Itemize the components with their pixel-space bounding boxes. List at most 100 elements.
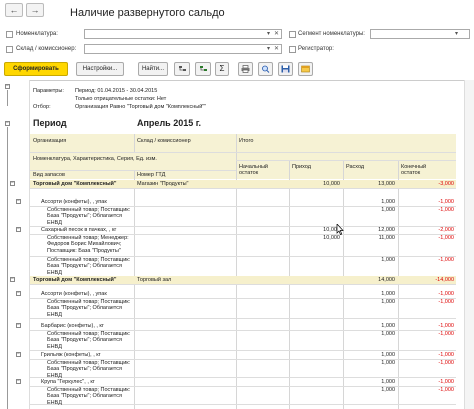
cell-expense: 1,000 [381, 299, 395, 305]
cell-end: -1,000 [438, 379, 454, 385]
params-value-2: Только отрицательные остатки: Нет [75, 96, 167, 102]
collapse-row-icon[interactable]: − [10, 277, 15, 282]
expand-icon [178, 66, 186, 71]
row-label[interactable]: Собственный товар; Менеджер: Федоров Бор… [47, 235, 133, 254]
cell-expense: 1,000 [381, 352, 395, 358]
row-label[interactable]: Торговый дом "Комплексный" [33, 277, 133, 283]
cell-end: -1,000 [438, 199, 454, 205]
grouping-gutter [0, 80, 30, 409]
cell-expense: 1,000 [381, 379, 395, 385]
page-title: Наличие развернутого сальдо [70, 7, 225, 19]
preview-button[interactable] [258, 62, 273, 76]
collapse-button[interactable] [195, 62, 211, 76]
cell-expense: 12,000 [378, 227, 395, 233]
row-label[interactable]: Сахарный песок в пачках, , кг [41, 227, 133, 233]
tree-line [7, 127, 8, 409]
collapse-params-icon[interactable]: − [5, 84, 10, 89]
row-label[interactable]: Торговый дом "Комплексный" [33, 181, 133, 187]
params-value: Период: 01.04.2015 - 30.04.2015 [75, 88, 158, 94]
collapse-icon [199, 66, 207, 71]
find-button[interactable]: Найти... [138, 62, 168, 76]
cell-end: -1,000 [438, 360, 454, 366]
row-divider [30, 188, 456, 189]
collapse-row-icon[interactable]: − [16, 352, 21, 357]
cell-expense: 1,000 [381, 207, 395, 213]
print-button[interactable] [238, 62, 253, 76]
cell-end: -1,000 [438, 207, 454, 213]
forward-button[interactable]: → [26, 3, 44, 17]
chevron-down-icon[interactable]: ▾ [267, 30, 270, 38]
sum-button[interactable]: Σ [215, 62, 229, 76]
segment-field[interactable]: ▾ [370, 29, 470, 39]
registrar-checkbox[interactable] [289, 46, 296, 53]
expand-button[interactable] [174, 62, 190, 76]
clear-icon[interactable]: ✕ [274, 45, 279, 53]
collapse-row-icon[interactable]: − [10, 181, 15, 186]
preview-icon [262, 65, 270, 73]
row-divider [30, 350, 456, 351]
row-warehouse: Торговый зал [137, 277, 172, 283]
row-warehouse: Магазин "Продукты" [137, 181, 189, 187]
cell-expense: 14,000 [378, 277, 395, 283]
collapse-row-icon[interactable]: − [16, 199, 21, 204]
row-label[interactable]: Собственный товар; Поставщик: База "Прод… [47, 387, 133, 406]
segment-label: Сегмент номенклатуры: [298, 31, 365, 37]
selection-label: Отбор: [33, 104, 51, 110]
save-button[interactable] [278, 62, 293, 76]
segment-checkbox[interactable] [289, 31, 296, 38]
cell-expense: 13,000 [378, 181, 395, 187]
collapse-row-icon[interactable]: − [16, 291, 21, 296]
row-label[interactable]: Собственный товар; Поставщик: База "Прод… [47, 299, 133, 318]
cell-end: -1,000 [438, 299, 454, 305]
print-icon [241, 65, 250, 73]
nomenclature-checkbox[interactable] [6, 31, 13, 38]
period-value: Апрель 2015 г. [137, 118, 202, 128]
col-gtd: Номер ГТД [137, 172, 166, 178]
nomenclature-field[interactable]: ▾ ✕ [84, 29, 282, 39]
warehouse-field[interactable]: ▾ ✕ [84, 44, 282, 54]
col-end-balance: Конечный остаток [401, 164, 427, 176]
cell-end: -1,000 [438, 352, 454, 358]
collapse-row-icon[interactable]: − [16, 323, 21, 328]
generate-button[interactable]: Сформировать [4, 62, 68, 76]
chevron-down-icon[interactable]: ▾ [455, 30, 458, 38]
back-arrow-icon: ← [9, 5, 19, 15]
collapse-period-icon[interactable]: − [5, 121, 10, 126]
row-label[interactable]: Барбарис (конфеты), , кг [41, 323, 133, 329]
cell-end: -1,000 [438, 323, 454, 329]
row-label[interactable]: Собственный товар; Поставщик: База "Прод… [47, 257, 133, 276]
row-label[interactable]: Собственный товар; Поставщик: База "Прод… [47, 207, 133, 226]
row-label[interactable]: Ассорти (конфеты), , упак [41, 291, 133, 297]
collapse-row-icon[interactable]: − [16, 379, 21, 384]
col-total: Итого [239, 138, 254, 144]
col-expense: Расход [346, 164, 365, 170]
cell-end: -1,000 [438, 257, 454, 263]
collapse-row-icon[interactable]: − [16, 227, 21, 232]
cell-end: -3,000 [438, 181, 454, 187]
cell-expense: 1,000 [381, 291, 395, 297]
clear-icon[interactable]: ✕ [274, 30, 279, 38]
row-label[interactable]: Ассорти (конфеты), , упак [41, 199, 133, 205]
row-label[interactable]: Собственный товар; Поставщик: База "Прод… [47, 331, 133, 350]
cell-end: -1,000 [438, 291, 454, 297]
back-button[interactable]: ← [5, 3, 23, 17]
chevron-down-icon[interactable]: ▾ [267, 45, 270, 53]
vertical-scrollbar[interactable] [464, 80, 474, 409]
warehouse-checkbox[interactable] [6, 46, 13, 53]
params-label: Параметры: [33, 88, 64, 94]
cell-expense: 1,000 [381, 323, 395, 329]
row-label[interactable]: Собственный товар; Поставщик: База "Прод… [47, 360, 133, 379]
cell-income: 10,000 [323, 227, 340, 233]
cell-expense: 1,000 [381, 199, 395, 205]
col-income: Приход [292, 164, 311, 170]
mouse-cursor-icon [336, 224, 344, 235]
save-icon [281, 65, 290, 73]
tree-line [7, 90, 8, 106]
cell-expense: 1,000 [381, 387, 395, 393]
col-stock-type: Вид запасов [33, 172, 65, 178]
settings-button[interactable]: Настройки... [76, 62, 124, 76]
row-label[interactable]: Крупа "Геркулес", , кг [41, 379, 133, 385]
row-label[interactable]: Грильяж (конфеты), , кг [41, 352, 133, 358]
warehouse-label: Склад / комиссионер: [16, 46, 77, 52]
panel-button[interactable] [298, 62, 313, 76]
